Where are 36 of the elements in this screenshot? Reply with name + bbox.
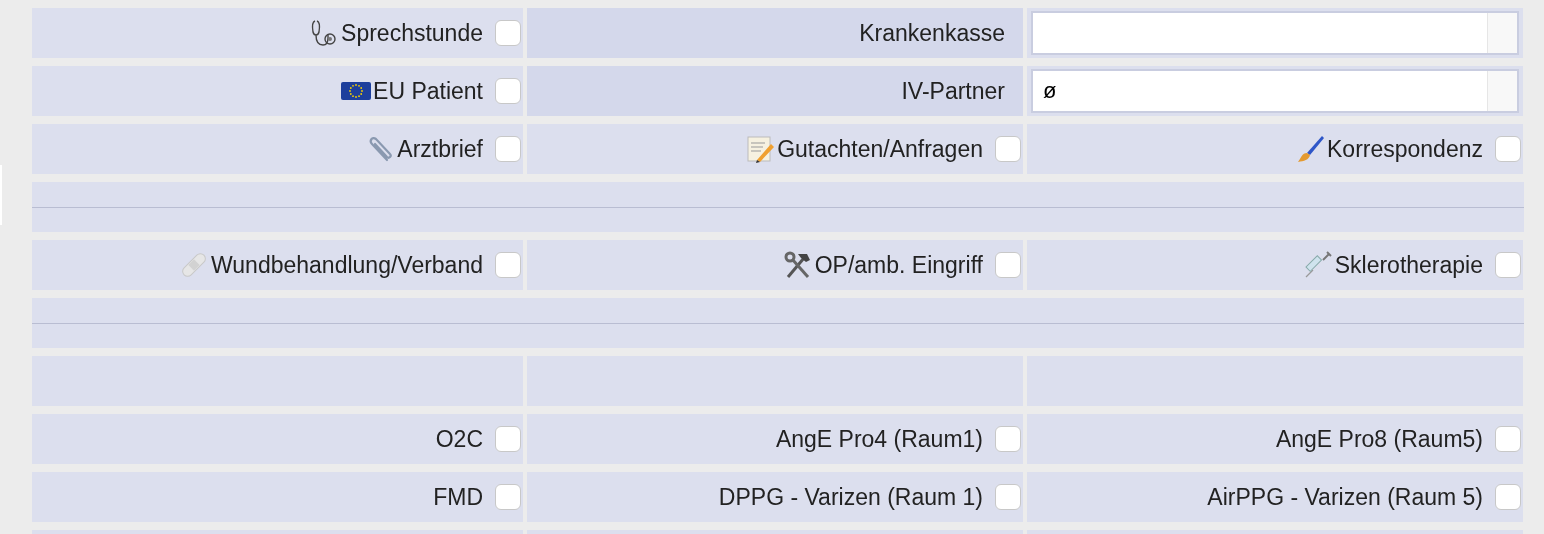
- checkbox-label: Gutachten/Anfragen: [777, 135, 983, 163]
- input-field[interactable]: [1031, 11, 1519, 55]
- checkbox-label: OP/amb. Eingriff: [814, 251, 983, 279]
- checkbox[interactable]: [1495, 426, 1521, 452]
- checkbox[interactable]: [495, 426, 521, 452]
- checkbox[interactable]: [495, 484, 521, 510]
- checkbox-label: AngE Pro4 (Raum1): [775, 425, 983, 453]
- field-label: IV-Partner: [901, 77, 1005, 105]
- memo-icon: [745, 134, 776, 164]
- hammer-and-wrench-icon: [782, 250, 813, 280]
- checkbox[interactable]: [1495, 484, 1521, 510]
- checkbox[interactable]: [495, 136, 521, 162]
- checkbox[interactable]: [495, 252, 521, 278]
- checkbox-label: Korrespondenz: [1327, 135, 1483, 163]
- checkbox-label: O2C: [435, 425, 483, 453]
- checkbox[interactable]: [995, 426, 1021, 452]
- checkbox-label: EU Patient: [373, 77, 483, 105]
- input-field[interactable]: ø: [1031, 69, 1519, 113]
- checkbox-label: AngE Pro8 (Raum5): [1275, 425, 1483, 453]
- checkbox-label: Sklerotherapie: [1334, 251, 1483, 279]
- syringe-icon: [1302, 250, 1333, 280]
- checkbox-label: Sprechstunde: [341, 19, 483, 47]
- checkbox-label: Wundbehandlung/Verband: [211, 251, 483, 279]
- checkbox[interactable]: [495, 20, 521, 46]
- checkbox[interactable]: [1495, 136, 1521, 162]
- checkbox-label: DPPG - Varizen (Raum 1): [718, 483, 983, 511]
- checkbox[interactable]: [995, 136, 1021, 162]
- paintbrush-icon: [1295, 134, 1325, 164]
- checkbox[interactable]: [1495, 252, 1521, 278]
- field-label: Krankenkasse: [859, 19, 1005, 47]
- checkbox-label: FMD: [433, 483, 483, 511]
- checkbox-label: AirPPG - Varizen (Raum 5): [1207, 483, 1483, 511]
- checkbox[interactable]: [995, 252, 1021, 278]
- checkbox-label: Arztbrief: [397, 135, 483, 163]
- checkbox[interactable]: [495, 78, 521, 104]
- checkbox[interactable]: [995, 484, 1021, 510]
